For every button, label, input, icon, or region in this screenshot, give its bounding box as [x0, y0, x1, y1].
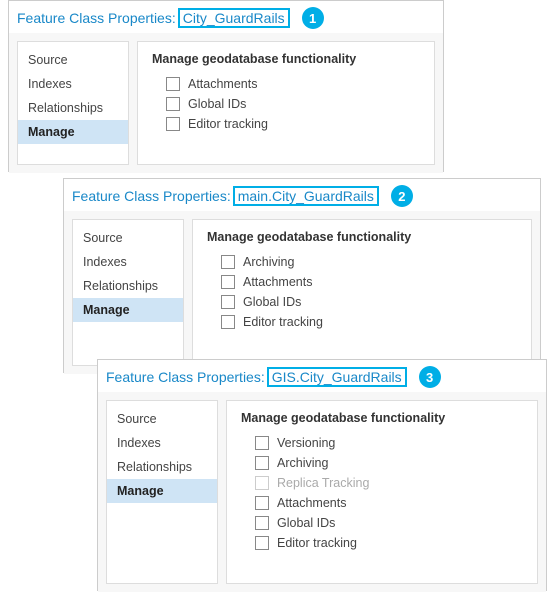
sidebar-item-source[interactable]: Source [107, 407, 217, 431]
sidebar-item-manage[interactable]: Manage [107, 479, 217, 503]
option-editor-tracking[interactable]: Editor tracking [207, 312, 517, 332]
option-label: Versioning [277, 436, 335, 450]
content-heading: Manage geodatabase functionality [207, 230, 517, 244]
sidebar: Source Indexes Relationships Manage [106, 400, 218, 584]
checkbox-icon[interactable] [255, 436, 269, 450]
checkbox-icon[interactable] [255, 516, 269, 530]
properties-dialog-2: Feature Class Properties: main.City_Guar… [63, 178, 541, 373]
dialog-body: Source Indexes Relationships Manage Mana… [98, 392, 546, 592]
checkbox-icon[interactable] [221, 275, 235, 289]
sidebar-item-source[interactable]: Source [73, 226, 183, 250]
dialog-body: Source Indexes Relationships Manage Mana… [64, 211, 540, 374]
title-name-highlighted: City_GuardRails [178, 8, 290, 28]
option-label: Archiving [243, 255, 294, 269]
option-replica-tracking: Replica Tracking [241, 473, 523, 493]
checkbox-icon[interactable] [221, 255, 235, 269]
option-versioning[interactable]: Versioning [241, 433, 523, 453]
option-label: Editor tracking [243, 315, 323, 329]
option-label: Global IDs [277, 516, 335, 530]
option-label: Attachments [188, 77, 257, 91]
sidebar-item-indexes[interactable]: Indexes [18, 72, 128, 96]
option-attachments[interactable]: Attachments [207, 272, 517, 292]
option-global-ids[interactable]: Global IDs [207, 292, 517, 312]
option-label: Attachments [243, 275, 312, 289]
content-panel: Manage geodatabase functionality Version… [226, 400, 538, 584]
title-bar: Feature Class Properties: City_GuardRail… [9, 1, 443, 33]
title-bar: Feature Class Properties: GIS.City_Guard… [98, 360, 546, 392]
sidebar-item-relationships[interactable]: Relationships [18, 96, 128, 120]
option-editor-tracking[interactable]: Editor tracking [241, 533, 523, 553]
callout-badge: 2 [391, 185, 413, 207]
checkbox-icon[interactable] [166, 97, 180, 111]
title-name-highlighted: GIS.City_GuardRails [267, 367, 407, 387]
checkbox-icon[interactable] [221, 315, 235, 329]
callout-badge: 3 [419, 366, 441, 388]
option-global-ids[interactable]: Global IDs [152, 94, 420, 114]
option-label: Editor tracking [277, 536, 357, 550]
checkbox-icon[interactable] [255, 536, 269, 550]
checkbox-icon [255, 476, 269, 490]
content-heading: Manage geodatabase functionality [152, 52, 420, 66]
checkbox-icon[interactable] [255, 456, 269, 470]
option-editor-tracking[interactable]: Editor tracking [152, 114, 420, 134]
title-bar: Feature Class Properties: main.City_Guar… [64, 179, 540, 211]
sidebar: Source Indexes Relationships Manage [17, 41, 129, 165]
checkbox-icon[interactable] [166, 117, 180, 131]
checkbox-icon[interactable] [221, 295, 235, 309]
sidebar-item-indexes[interactable]: Indexes [73, 250, 183, 274]
content-panel: Manage geodatabase functionality Archivi… [192, 219, 532, 366]
sidebar: Source Indexes Relationships Manage [72, 219, 184, 366]
option-global-ids[interactable]: Global IDs [241, 513, 523, 533]
option-attachments[interactable]: Attachments [241, 493, 523, 513]
sidebar-item-manage[interactable]: Manage [18, 120, 128, 144]
dialog-body: Source Indexes Relationships Manage Mana… [9, 33, 443, 173]
title-name-highlighted: main.City_GuardRails [233, 186, 379, 206]
title-prefix: Feature Class Properties: [106, 369, 265, 385]
option-label: Global IDs [188, 97, 246, 111]
option-attachments[interactable]: Attachments [152, 74, 420, 94]
callout-badge: 1 [302, 7, 324, 29]
checkbox-icon[interactable] [166, 77, 180, 91]
content-panel: Manage geodatabase functionality Attachm… [137, 41, 435, 165]
sidebar-item-manage[interactable]: Manage [73, 298, 183, 322]
option-archiving[interactable]: Archiving [207, 252, 517, 272]
sidebar-item-source[interactable]: Source [18, 48, 128, 72]
option-label: Attachments [277, 496, 346, 510]
option-archiving[interactable]: Archiving [241, 453, 523, 473]
option-label: Editor tracking [188, 117, 268, 131]
sidebar-item-indexes[interactable]: Indexes [107, 431, 217, 455]
option-label: Global IDs [243, 295, 301, 309]
properties-dialog-3: Feature Class Properties: GIS.City_Guard… [97, 359, 547, 591]
sidebar-item-relationships[interactable]: Relationships [73, 274, 183, 298]
title-prefix: Feature Class Properties: [17, 10, 176, 26]
option-label: Archiving [277, 456, 328, 470]
sidebar-item-relationships[interactable]: Relationships [107, 455, 217, 479]
content-heading: Manage geodatabase functionality [241, 411, 523, 425]
title-prefix: Feature Class Properties: [72, 188, 231, 204]
properties-dialog-1: Feature Class Properties: City_GuardRail… [8, 0, 444, 172]
checkbox-icon[interactable] [255, 496, 269, 510]
option-label: Replica Tracking [277, 476, 369, 490]
